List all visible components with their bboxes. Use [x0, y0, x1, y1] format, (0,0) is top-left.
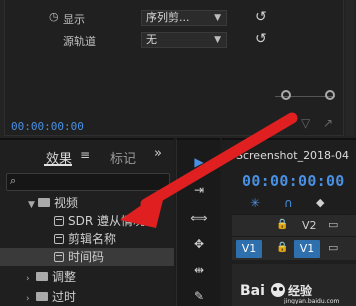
source-track-label: 源轨道	[63, 35, 96, 48]
folder-icon	[36, 292, 48, 301]
track-label: V2	[302, 219, 317, 232]
display-label: 显示	[63, 13, 85, 26]
zoom-handle-right[interactable]	[325, 90, 335, 100]
source-track-dropdown-value: 无	[146, 33, 157, 46]
snap-icon[interactable]: ∩	[284, 196, 293, 210]
magnifier-icon: ⌕	[10, 174, 17, 187]
selection-tool-icon[interactable]: ▶	[186, 154, 212, 170]
watermark-logo: Bai 经验 jingyan.baidu.com	[240, 283, 340, 305]
sequence-tab[interactable]: Screenshot_2018-04	[236, 149, 349, 162]
panel-overflow-icon[interactable]: »	[154, 146, 162, 161]
razor-tool-icon[interactable]: ✥	[186, 236, 212, 252]
folder-icon	[36, 272, 48, 281]
chevron-down-icon: ▼	[214, 35, 221, 45]
zoom-handle-left[interactable]	[281, 90, 291, 100]
lock-icon[interactable]: 🔒	[276, 242, 288, 253]
svg-text:经验: 经验	[288, 283, 313, 298]
tree-folder-label: 过时	[52, 290, 77, 304]
nest-icon[interactable]: ✳	[250, 196, 260, 210]
slip-tool-icon[interactable]: ⇹	[186, 262, 212, 278]
stopwatch-icon[interactable]: ◷	[49, 10, 59, 23]
tree-folder-label: 视频	[54, 196, 79, 210]
source-patch-v1[interactable]: V1	[236, 240, 262, 258]
effect-controls-panel: ◷ 显示 序列剪... ▼ ↺ 源轨道 无 ▼ ↺ 00:00:00:00 ▽ …	[0, 0, 356, 138]
track-select-tool-icon[interactable]: ⇥	[186, 182, 212, 198]
chevron-right-icon: ›	[26, 274, 30, 284]
track-v2[interactable]: 🔒 V2 ▭	[232, 214, 356, 236]
sync-lock-icon[interactable]: ▭	[328, 218, 338, 231]
svg-text:Bai: Bai	[240, 283, 265, 299]
chevron-right-icon: ›	[26, 294, 30, 304]
tree-item-label: 时间码	[68, 250, 105, 264]
tree-item-timecode[interactable]: 时间码	[0, 248, 174, 266]
scrollbar[interactable]	[346, 0, 354, 136]
tab-markers[interactable]: 标记	[110, 148, 136, 167]
linked-selection-icon[interactable]: ◆	[316, 196, 324, 209]
filter-icon[interactable]: ▽	[301, 116, 310, 130]
source-track-dropdown[interactable]: 无 ▼	[141, 32, 227, 48]
ripple-edit-tool-icon[interactable]: ⟺	[186, 210, 212, 226]
tree-folder-adjust[interactable]: › 调整	[0, 268, 174, 286]
tree-folder-label: 调整	[52, 270, 77, 284]
tree-folder-obsolete[interactable]: › 过时	[0, 288, 174, 306]
chevron-down-icon: ▼	[214, 13, 221, 23]
tree-item-label: 剪辑名称	[68, 232, 117, 246]
baidu-jingyan-watermark: Bai 经验 jingyan.baidu.com	[240, 280, 352, 305]
active-tab-indicator	[44, 164, 72, 166]
reset-icon[interactable]: ↺	[255, 10, 267, 24]
pen-tool-icon[interactable]: ✎	[186, 288, 212, 304]
lock-icon[interactable]: 🔒	[276, 219, 288, 230]
tree-item-clip-name[interactable]: 剪辑名称	[0, 230, 174, 248]
effect-icon	[54, 234, 64, 244]
target-track-v1[interactable]: V1	[294, 240, 320, 258]
svg-text:jingyan.baidu.com: jingyan.baidu.com	[283, 298, 340, 304]
display-dropdown[interactable]: 序列剪... ▼	[141, 10, 227, 26]
effects-search-input[interactable]: ⌕	[6, 173, 170, 191]
effect-icon	[54, 252, 64, 262]
effect-controls-timecode[interactable]: 00:00:00:00	[11, 120, 84, 133]
close-icon[interactable]: ×	[224, 148, 233, 161]
display-dropdown-value: 序列剪...	[146, 11, 190, 24]
track-v1[interactable]: V1 🔒 V1 ▭	[232, 236, 356, 260]
reset-icon[interactable]: ↺	[255, 32, 267, 46]
hamburger-icon[interactable]: ≡	[80, 148, 90, 162]
folder-icon	[38, 198, 50, 207]
sync-lock-icon[interactable]: ▭	[328, 241, 338, 254]
tree-item-sdr[interactable]: SDR 遵从情况	[0, 212, 174, 230]
tree-item-label: SDR 遵从情况	[68, 214, 146, 228]
effect-controls-body: ◷ 显示 序列剪... ▼ ↺ 源轨道 无 ▼ ↺ 00:00:00:00 ▽ …	[4, 0, 344, 136]
tools-panel: ▶ ⇥ ⟺ ✥ ⇹ ✎	[176, 138, 220, 306]
timeline-timecode[interactable]: 00:00:00:00	[242, 172, 345, 190]
effects-panel: 效果 ≡ 标记 » ⌕ ▼ 视频 SDR 遵从情况 剪辑名称 时间码 › 调整 › 过…	[0, 138, 174, 306]
tree-folder-video[interactable]: ▼ 视频	[0, 194, 174, 212]
effect-icon	[54, 216, 64, 226]
export-icon[interactable]: ↗	[323, 116, 333, 130]
